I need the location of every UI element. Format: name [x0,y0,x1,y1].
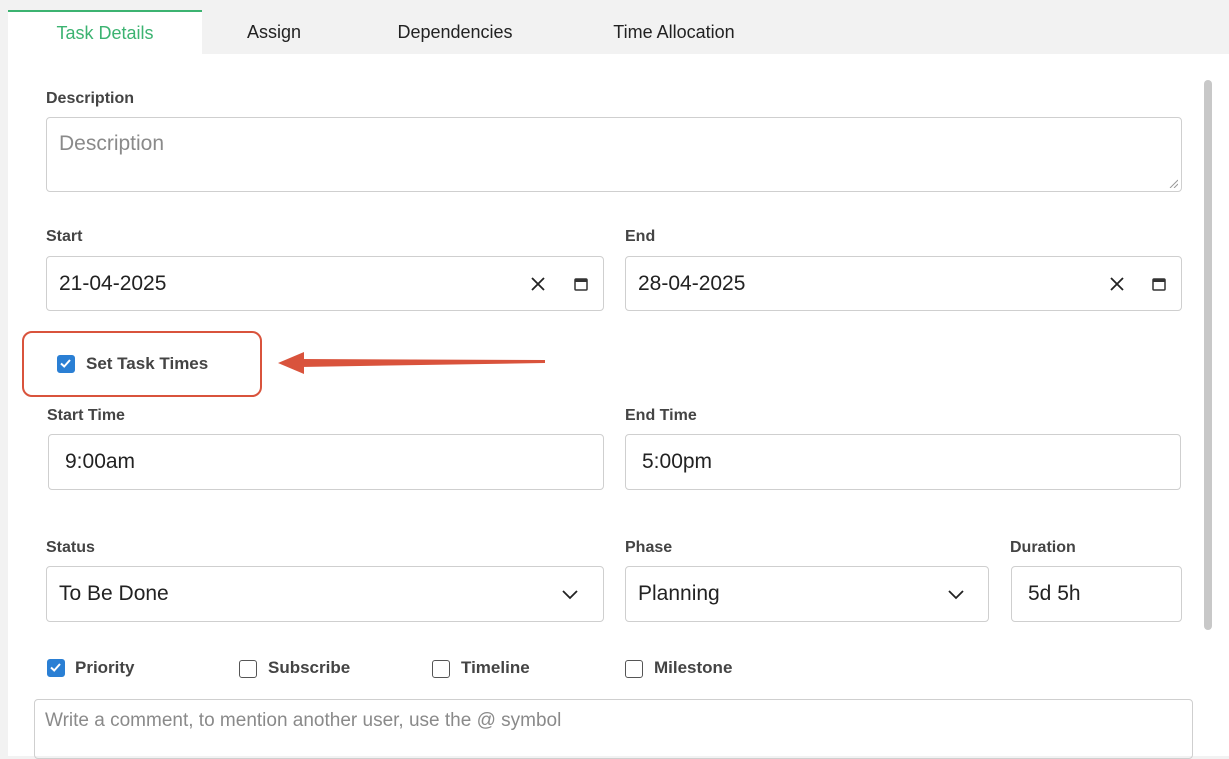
milestone-checkbox[interactable] [625,660,643,678]
tab-time-allocation[interactable]: Time Allocation [590,10,758,54]
phase-value: Planning [638,582,720,605]
milestone-label: Milestone [654,658,733,677]
calendar-icon[interactable] [569,272,593,296]
tab-bar: Task Details Assign Dependencies Time Al… [0,0,1229,54]
priority-label: Priority [75,658,135,677]
tab-dependencies[interactable]: Dependencies [370,10,540,54]
set-task-times-checkbox[interactable] [57,355,75,373]
description-label: Description [46,90,135,107]
end-time-label: End Time [625,407,697,424]
duration-value: 5d 5h [1028,582,1081,605]
priority-checkbox[interactable] [47,659,65,677]
scrollbar-thumb[interactable] [1204,80,1212,630]
description-textarea[interactable]: Description [46,117,1182,192]
duration-label: Duration [1010,539,1076,556]
status-label: Status [46,539,95,556]
status-value: To Be Done [59,582,169,605]
description-placeholder: Description [59,132,165,155]
timeline-checkbox[interactable] [432,660,450,678]
end-date-input[interactable]: 28-04-2025 [625,256,1182,311]
end-label: End [625,228,656,245]
chevron-down-icon[interactable] [558,584,582,606]
tab-assign[interactable]: Assign [214,10,334,54]
subscribe-label: Subscribe [268,658,351,677]
phase-label: Phase [625,539,673,556]
comment-placeholder: Write a comment, to mention another user… [45,710,562,731]
subscribe-checkbox[interactable] [239,660,257,678]
arrow-annotation-icon [278,352,545,374]
set-task-times-label: Set Task Times [86,354,209,373]
end-time-value: 5:00pm [642,450,713,473]
start-time-input[interactable]: 9:00am [48,434,604,490]
checkmark-icon [50,663,61,672]
end-date-value: 28-04-2025 [638,271,746,295]
tab-task-details[interactable]: Task Details [8,10,202,54]
resize-handle-icon[interactable] [1168,178,1178,188]
comment-input[interactable]: Write a comment, to mention another user… [34,699,1193,759]
checkmark-icon [60,359,71,368]
clear-icon[interactable] [1105,272,1129,296]
start-date-input[interactable]: 21-04-2025 [46,256,604,311]
calendar-icon[interactable] [1147,272,1171,296]
duration-input[interactable]: 5d 5h [1011,566,1182,622]
chevron-down-icon[interactable] [944,584,968,606]
phase-select[interactable]: Planning [625,566,989,622]
end-time-input[interactable]: 5:00pm [625,434,1181,490]
timeline-label: Timeline [461,658,530,677]
start-time-label: Start Time [47,407,125,424]
start-date-value: 21-04-2025 [59,271,167,295]
start-label: Start [46,228,83,245]
clear-icon[interactable] [526,272,550,296]
status-select[interactable]: To Be Done [46,566,604,622]
start-time-value: 9:00am [65,450,136,473]
